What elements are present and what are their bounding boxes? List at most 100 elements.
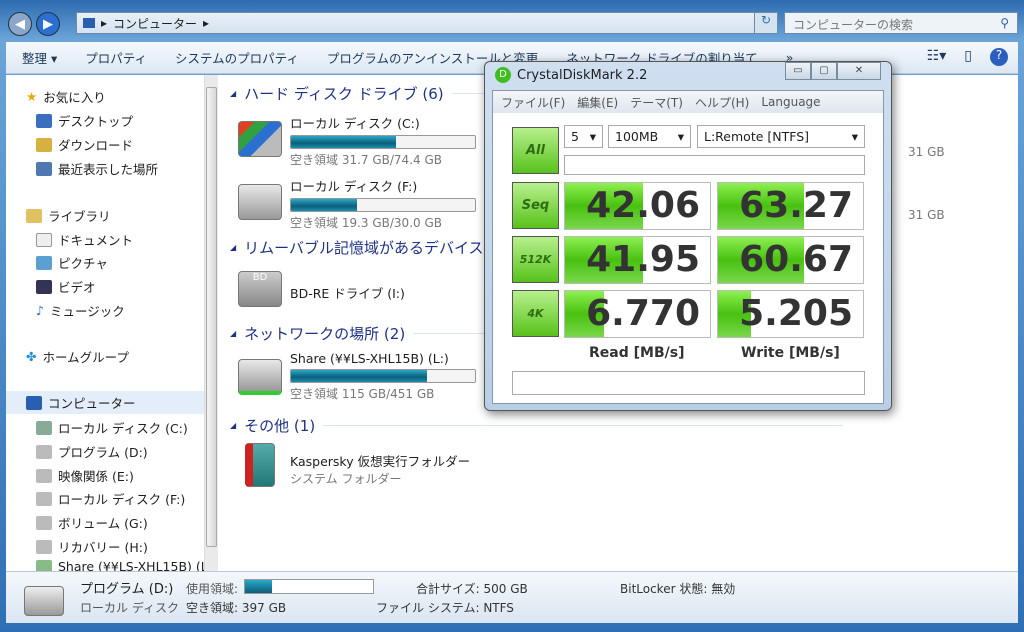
run-4k-button[interactable]: 4K	[512, 290, 559, 337]
minimize-button[interactable]: ▭	[785, 62, 811, 80]
sidebar-item-libraries[interactable]: ライブラリ	[26, 206, 111, 225]
4k-read-result: 6.770	[564, 290, 711, 338]
usage-bar	[290, 369, 476, 383]
sidebar-item-computer[interactable]: コンピューター	[6, 391, 204, 414]
label: 映像関係 (E:)	[58, 469, 134, 484]
drive-item-l[interactable]: Share (¥¥LS-XHL15B) (L:) 空き領域 115 GB/451 …	[238, 351, 476, 402]
menu-help[interactable]: ヘルプ(H)	[695, 94, 749, 111]
test-size-select[interactable]: 100MB ▾	[608, 125, 691, 148]
run-512k-button[interactable]: 512K	[512, 236, 559, 283]
preview-pane-icon[interactable]: ▯	[964, 48, 972, 66]
sidebar-item-drive-f[interactable]: ローカル ディスク (F:)	[36, 489, 185, 508]
label: ホームグループ	[42, 350, 129, 365]
sidebar-item-pictures[interactable]: ピクチャ	[36, 253, 108, 272]
label: Share (¥¥LS-XHL15B) (L:	[58, 559, 204, 571]
refresh-button[interactable]: ↻	[754, 12, 778, 34]
properties-button[interactable]: プロパティ	[85, 48, 147, 67]
value: 100MB	[615, 129, 659, 144]
sidebar-item-homegroup[interactable]: ✤ ホームグループ	[26, 347, 129, 366]
details-pane: プログラム (D:) 使用領域: ローカル ディスク 空き領域: 397 GB …	[6, 571, 1018, 623]
breadcrumb-arrow-icon: ▸	[203, 16, 210, 30]
test-count-select[interactable]: 5 ▾	[564, 125, 603, 148]
fill	[245, 580, 272, 593]
drive-select[interactable]: L:Remote [NTFS] ▾	[697, 125, 865, 148]
sidebar-item-drive-e[interactable]: 映像関係 (E:)	[36, 466, 134, 485]
sidebar-item-drive-h[interactable]: リカバリー (H:)	[36, 537, 148, 556]
scrollbar-thumb[interactable]	[206, 87, 217, 547]
close-button[interactable]: ✕	[837, 62, 881, 80]
sidebar-item-videos[interactable]: ビデオ	[36, 277, 96, 296]
collapse-icon: ◢	[230, 243, 237, 252]
menu-language[interactable]: Language	[761, 95, 820, 109]
label: ローカル ディスク (F:)	[58, 492, 186, 507]
system-drive-icon	[238, 121, 282, 157]
usage-bar	[290, 198, 476, 212]
drive-item-f[interactable]: ローカル ディスク (F:) 空き領域 19.3 GB/30.0 GB	[238, 176, 476, 231]
write-column-label: Write [MB/s]	[741, 345, 840, 361]
comment-field[interactable]	[512, 371, 865, 395]
seq-read-result: 42.06	[564, 182, 711, 230]
chevron-down-icon: ▾	[851, 129, 858, 144]
crystaldiskmark-logo-icon: D	[495, 67, 511, 83]
run-all-button[interactable]: All	[512, 127, 559, 174]
label: ライブラリ	[48, 209, 111, 224]
sidebar-item-documents[interactable]: ドキュメント	[36, 230, 133, 249]
drive-name: BD-RE ドライブ (I:)	[290, 286, 405, 301]
back-button[interactable]: ◀	[8, 12, 32, 36]
sidebar-item-drive-c[interactable]: ローカル ディスク (C:)	[36, 418, 188, 437]
value: 5.205	[739, 293, 853, 334]
usage-bar	[290, 135, 476, 149]
folder-item-kaspersky[interactable]: Kaspersky 仮想実行フォルダー システム フォルダー	[238, 443, 470, 487]
sidebar-scrollbar[interactable]	[204, 75, 218, 571]
group-header-other[interactable]: ◢ その他 (1)	[230, 415, 844, 436]
breadcrumb[interactable]: コンピューター	[113, 15, 197, 32]
value: L:Remote [NTFS]	[704, 129, 810, 144]
recent-places-icon	[36, 161, 52, 176]
forward-button[interactable]: ▶	[36, 12, 60, 36]
breadcrumb-arrow-icon: ▸	[101, 16, 108, 30]
drive-item-c[interactable]: ローカル ディスク (C:) 空き領域 31.7 GB/74.4 GB	[238, 113, 476, 168]
system-properties-button[interactable]: システムのプロパティ	[175, 48, 299, 67]
sidebar-item-drive-g[interactable]: ボリューム (G:)	[36, 513, 148, 532]
computer-icon	[83, 18, 95, 28]
address-bar[interactable]: ▸ コンピューター ▸ ▾	[76, 12, 776, 34]
label: ローカル ディスク (C:)	[58, 421, 188, 436]
search-placeholder: コンピューターの検索	[793, 18, 914, 32]
help-icon[interactable]: ?	[990, 48, 1008, 66]
sidebar-item-drive-l[interactable]: Share (¥¥LS-XHL15B) (L:	[36, 559, 204, 571]
sidebar-item-favorites[interactable]: ★ お気に入り	[26, 87, 106, 106]
organize-button[interactable]: 整理 ▾	[22, 48, 57, 67]
menu-edit[interactable]: 編集(E)	[577, 94, 618, 111]
document-icon	[36, 232, 52, 247]
details-bitlocker: BitLocker 状態: 無効	[620, 582, 736, 596]
group-header-removable[interactable]: ◢ リムーバブル記憶域があるデバイス (	[230, 237, 494, 258]
details-usage-bar	[244, 579, 374, 594]
details-used-label: 使用領域:	[186, 582, 239, 596]
music-icon: ♪	[36, 303, 44, 318]
drive-icon	[24, 586, 64, 616]
menu-file[interactable]: ファイル(F)	[501, 94, 565, 111]
sidebar-item-drive-d[interactable]: プログラム (D:)	[36, 442, 148, 461]
folder-type: システム フォルダー	[290, 472, 402, 486]
kaspersky-folder-icon	[245, 443, 275, 487]
search-input[interactable]: コンピューターの検索 ⚲	[784, 12, 1018, 34]
4k-write-result: 5.205	[717, 290, 864, 338]
maximize-button[interactable]: ▢	[811, 62, 837, 80]
drive-item-i[interactable]: BD BD-RE ドライブ (I:)	[238, 263, 405, 307]
sidebar-item-downloads[interactable]: ダウンロード	[36, 135, 133, 154]
drive-icon	[36, 515, 52, 530]
sidebar-item-desktop[interactable]: デスクトップ	[36, 111, 133, 130]
seq-write-result: 63.27	[717, 182, 864, 230]
label: ダウンロード	[58, 138, 134, 153]
details-filesystem: ファイル システム: NTFS	[376, 601, 514, 615]
menu-theme[interactable]: テーマ(T)	[630, 94, 683, 111]
view-options-icon[interactable]: ☷▾	[927, 48, 947, 66]
sidebar-item-recent[interactable]: 最近表示した場所	[36, 159, 158, 178]
downloads-icon	[36, 137, 52, 152]
collapse-icon: ◢	[230, 329, 237, 338]
sidebar-item-music[interactable]: ♪ ミュージック	[36, 301, 125, 320]
drive-free: 空き領域 115 GB/451 GB	[290, 387, 435, 401]
homegroup-icon: ✤	[26, 349, 37, 364]
status-field	[564, 155, 865, 175]
run-seq-button[interactable]: Seq	[512, 182, 559, 229]
